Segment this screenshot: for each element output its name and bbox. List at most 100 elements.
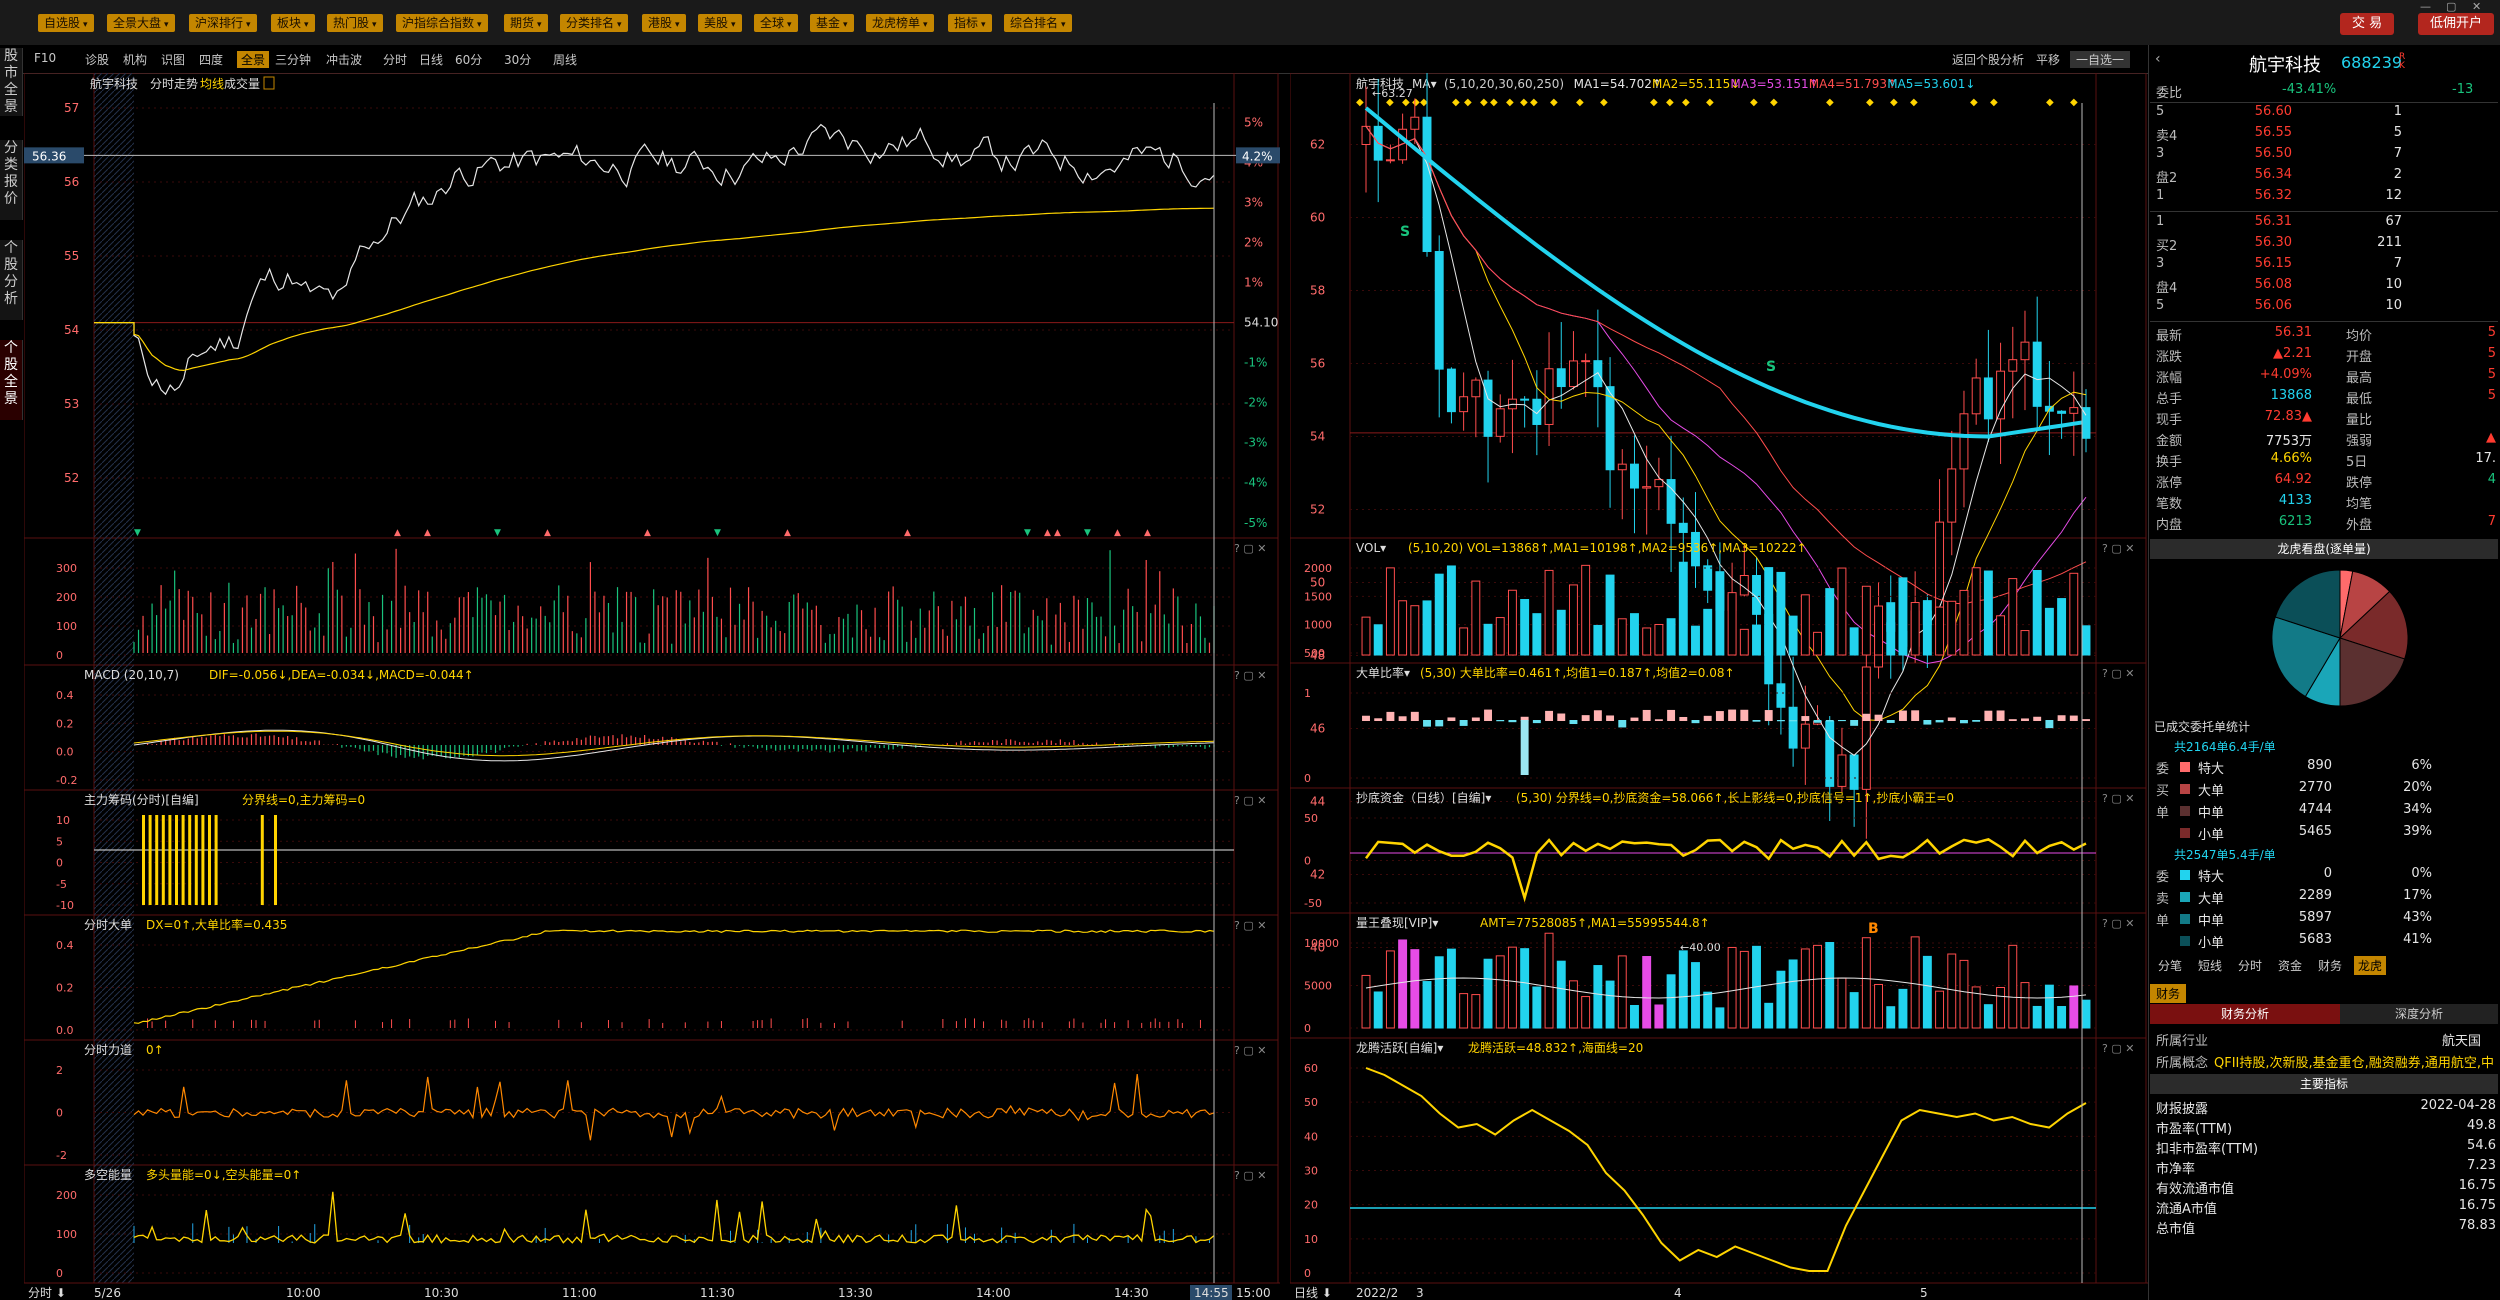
pan-button[interactable]: 平移 (2036, 51, 2060, 68)
panel-control-icons[interactable]: ? ▢ ✕ (1234, 919, 1266, 932)
quote-tab[interactable]: 分笔 (2154, 956, 2186, 975)
intraday-axis-switch[interactable]: 分时 ⬇ (28, 1286, 66, 1300)
bid-row: 买2 56.30 211 (2156, 235, 2402, 254)
tab-stock-analysis[interactable]: 个股分析 (0, 240, 23, 320)
top-menu-item[interactable]: 板块 ▾ (271, 14, 315, 32)
top-menu-item[interactable]: 美股 ▾ (698, 14, 742, 32)
kline-sub-tick: 40 (1304, 1130, 1318, 1143)
top-menu-item[interactable]: 指标 ▾ (948, 14, 992, 32)
ratio-bar (1545, 710, 1554, 721)
panel-control-icons[interactable]: ? ▢ ✕ (2102, 1042, 2134, 1055)
func-item[interactable]: 诊股 (85, 51, 109, 68)
tab-market-panorama[interactable]: 股市全景 (0, 48, 23, 116)
top-menu-item[interactable]: 沪深排行 ▾ (189, 14, 257, 32)
signal-marker: ▲ (784, 528, 791, 538)
force-line (133, 1074, 1215, 1141)
intraday-chart-area[interactable]: 航宇科技分时走势均线成交量57565554535256.365%4%3%2%1%… (24, 73, 1280, 1300)
top-menu-item[interactable]: 分类排名 ▾ (560, 14, 628, 32)
panel-control-icons[interactable]: ? ▢ ✕ (1234, 1169, 1266, 1182)
sub-panel-label[interactable]: 分时力道 (84, 1043, 132, 1057)
panel-control-icons[interactable]: ? ▢ ✕ (1234, 1044, 1266, 1057)
bid-row: 1 56.31 67 (2156, 214, 2402, 229)
sub-panel-label[interactable]: MACD (20,10,7) (84, 668, 179, 682)
kline-volume-bar (1764, 567, 1774, 656)
panel-control-icons[interactable]: ? ▢ ✕ (2102, 792, 2134, 805)
finance-tab[interactable]: 财务 (2150, 984, 2187, 1003)
volume-king-bar (1776, 970, 1786, 1029)
tab-stock-panorama[interactable]: 个股全景 (0, 340, 23, 420)
deep-analysis-tab[interactable]: 深度分析 (2340, 1004, 2498, 1024)
func-item[interactable]: 四度 (199, 51, 223, 68)
ratio-bar (1618, 720, 1627, 728)
period-item[interactable]: 周线 (553, 51, 577, 68)
kline-volume-bar (1544, 569, 1554, 656)
kline-sub-label[interactable]: 抄底资金（日线）[自编]▾ (1356, 790, 1491, 805)
period-item[interactable]: 日线 (419, 51, 443, 68)
period-item[interactable]: 30分 (504, 51, 531, 68)
top-menu-item[interactable]: 综合排名 ▾ (1004, 14, 1072, 32)
kline-volume-bar (1495, 617, 1505, 656)
ma-label[interactable]: MA▾ (1412, 77, 1437, 91)
window-control-icon[interactable]: ✕ (2472, 0, 2481, 13)
sub-panel-label[interactable]: 主力筹码(分时)[自编] (84, 792, 199, 807)
volume-king-bar (1886, 1006, 1896, 1029)
func-item[interactable]: F10 (34, 51, 56, 65)
func-item[interactable]: 机构 (123, 51, 147, 68)
kline-sub-label[interactable]: 龙腾活跃[自编]▾ (1356, 1040, 1443, 1055)
panel-control-icons[interactable]: ? ▢ ✕ (2102, 917, 2134, 930)
period-item[interactable]: 60分 (455, 51, 482, 68)
top-menu-item[interactable]: 热门股 ▾ (327, 14, 383, 32)
top-menu-item[interactable]: 龙虎榜单 ▾ (866, 14, 934, 32)
kline-chart-area[interactable]: 航宇科技 MA▾ (5,10,20,30,60,250) MA1=54.702↑MA2… (1290, 73, 2148, 1300)
kline-volume-bar (1776, 571, 1786, 656)
top-menu-item[interactable]: 自选股 ▾ (38, 14, 94, 32)
panel-control-icons[interactable]: ? ▢ ✕ (2102, 667, 2134, 680)
trade-button[interactable]: 交 易 (2340, 13, 2395, 35)
tab-category-quotes[interactable]: 分类报价 (0, 140, 23, 220)
quote-tab[interactable]: 资金 (2274, 956, 2306, 975)
top-menu-item[interactable]: 期货 ▾ (504, 14, 548, 32)
func-item[interactable]: 全景 (237, 51, 270, 68)
panel-control-icons[interactable]: ? ▢ ✕ (1234, 669, 1266, 682)
window-control-icon[interactable]: — (2420, 0, 2431, 13)
panel-control-icons[interactable]: ? ▢ ✕ (1234, 794, 1266, 807)
legend-swatch (2180, 870, 2190, 880)
ratio-bar (1581, 715, 1590, 721)
back-icon[interactable]: ‹ (2155, 51, 2161, 67)
kline-sub-label[interactable]: VOL▾ (1356, 541, 1386, 555)
panel-control-icons[interactable]: ? ▢ ✕ (2102, 542, 2134, 555)
func-item[interactable]: 三分钟 (275, 51, 311, 68)
panel-control-icons[interactable]: ? ▢ ✕ (1234, 542, 1266, 555)
top-menu-item[interactable]: 基金 ▾ (810, 14, 854, 32)
watchlist-select[interactable]: 一自选一 (2070, 51, 2131, 68)
volume-king-bar (2044, 984, 2054, 1029)
chip-bar (175, 815, 178, 905)
candle-body (1861, 666, 1871, 790)
quote-tab[interactable]: 分时 (2234, 956, 2266, 975)
func-item[interactable]: 冲击波 (326, 51, 362, 68)
func-item[interactable]: 识图 (161, 51, 185, 68)
kline-volume-bar (1861, 585, 1871, 656)
sub-panel-label[interactable]: 多空能量 (84, 1168, 132, 1182)
quote-tab[interactable]: 短线 (2194, 956, 2226, 975)
volume-king-bar (1935, 990, 1945, 1029)
quote-tab[interactable]: 财务 (2314, 956, 2346, 975)
event-marker: ◆ (1650, 97, 1658, 108)
chevron-down-icon[interactable] (263, 76, 275, 90)
open-account-button[interactable]: 低佣开户 (2418, 13, 2495, 35)
kline-axis-switch[interactable]: 日线 ⬇ (1294, 1286, 1332, 1300)
quote-tab[interactable]: 龙虎 (2354, 956, 2387, 975)
top-menu-item[interactable]: 港股 ▾ (642, 14, 686, 32)
top-menu-item[interactable]: 沪指综合指数 ▾ (396, 14, 488, 32)
top-menu-item[interactable]: 全球 ▾ (754, 14, 798, 32)
top-menu-item[interactable]: 全景大盘 ▾ (107, 14, 175, 32)
period-item[interactable]: 分时 (383, 51, 407, 68)
kline-sub-label[interactable]: 大单比率▾ (1356, 665, 1410, 680)
kline-volume-bar (1434, 573, 1444, 656)
chip-bar (155, 815, 159, 905)
fin-analysis-tab[interactable]: 财务分析 (2150, 1004, 2340, 1024)
window-control-icon[interactable]: ▢ (2446, 0, 2456, 13)
kline-sub-label[interactable]: 量王叠现[VIP]▾ (1356, 916, 1438, 930)
return-analysis-link[interactable]: 返回个股分析 (1952, 51, 2024, 68)
sub-panel-label[interactable]: 分时大单 (84, 918, 132, 932)
